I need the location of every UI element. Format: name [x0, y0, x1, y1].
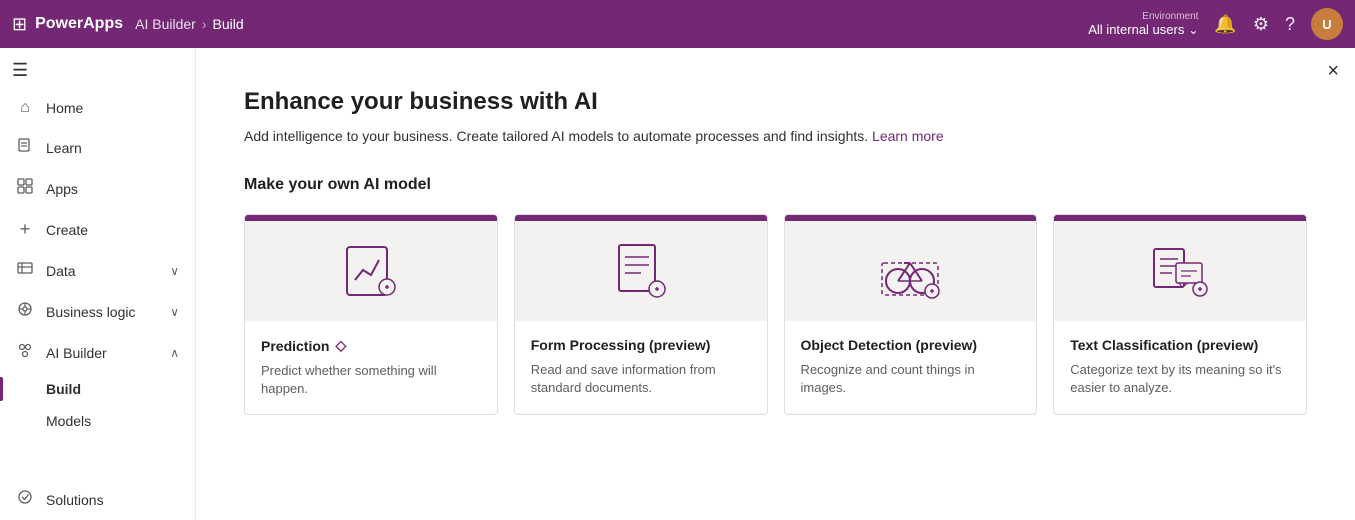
sidebar: ☰ ⌂ Home Learn [0, 48, 196, 520]
sidebar-item-home-label: Home [46, 100, 179, 116]
home-icon: ⌂ [16, 99, 34, 117]
sidebar-sub-item-models-label: Models [46, 413, 91, 429]
form-processing-card-desc: Read and save information from standard … [531, 361, 751, 397]
environment-value-row: All internal users ⌄ [1088, 22, 1198, 37]
logo-area: ⊞ PowerApps [12, 14, 123, 35]
settings-icon[interactable]: ⚙ [1253, 14, 1269, 35]
sidebar-sub-item-models[interactable]: Models [0, 405, 195, 437]
form-processing-card-body: Form Processing (preview) Read and save … [515, 321, 767, 413]
text-classification-card-desc: Categorize text by its meaning so it's e… [1070, 361, 1290, 397]
avatar[interactable]: U [1311, 8, 1343, 40]
app-name: PowerApps [35, 15, 123, 33]
sidebar-item-data-label: Data [46, 263, 158, 279]
object-detection-card[interactable]: Object Detection (preview) Recognize and… [784, 214, 1038, 415]
breadcrumb-separator: › [202, 16, 207, 32]
sidebar-sub-item-build[interactable]: Build [0, 373, 195, 405]
environment-selector[interactable]: Environment All internal users ⌄ [1088, 11, 1198, 37]
environment-label: Environment [1142, 11, 1198, 22]
form-processing-illustration [515, 221, 767, 321]
sidebar-collapse-button[interactable]: ☰ [0, 52, 195, 89]
close-button[interactable]: × [1327, 60, 1339, 83]
topbar: ⊞ PowerApps AI Builder › Build Environme… [0, 0, 1355, 48]
object-detection-card-title: Object Detection (preview) [801, 337, 1021, 353]
business-logic-icon [16, 301, 34, 322]
environment-value: All internal users [1088, 22, 1184, 37]
environment-chevron-icon: ⌄ [1188, 23, 1198, 37]
sidebar-item-ai-builder-label: AI Builder [46, 345, 158, 361]
breadcrumb-build: Build [212, 16, 243, 32]
sidebar-item-learn-label: Learn [46, 140, 179, 156]
object-detection-card-desc: Recognize and count things in images. [801, 361, 1021, 397]
page-subtitle: Add intelligence to your business. Creat… [244, 128, 1307, 144]
sidebar-item-apps[interactable]: Apps [0, 168, 195, 209]
object-detection-illustration [785, 221, 1037, 321]
main-layout: ☰ ⌂ Home Learn [0, 48, 1355, 520]
sidebar-item-apps-label: Apps [46, 181, 179, 197]
sidebar-item-business-logic[interactable]: Business logic ∨ [0, 291, 195, 332]
prediction-card-title: Prediction ◇ [261, 337, 481, 354]
prediction-premium-icon: ◇ [335, 337, 346, 354]
ai-builder-icon [16, 342, 34, 363]
object-detection-card-body: Object Detection (preview) Recognize and… [785, 321, 1037, 413]
create-icon: + [16, 219, 34, 240]
sidebar-item-create-label: Create [46, 222, 179, 238]
sidebar-item-create[interactable]: + Create [0, 209, 195, 250]
sidebar-item-solutions[interactable]: Solutions [0, 479, 195, 520]
prediction-card-body: Prediction ◇ Predict whether something w… [245, 321, 497, 414]
learn-icon [16, 137, 34, 158]
breadcrumb-ai-builder[interactable]: AI Builder [135, 16, 196, 32]
help-icon[interactable]: ? [1285, 14, 1295, 35]
cards-grid: Prediction ◇ Predict whether something w… [244, 214, 1307, 415]
text-classification-card-body: Text Classification (preview) Categorize… [1054, 321, 1306, 413]
text-classification-illustration [1054, 221, 1306, 321]
page-subtitle-text: Add intelligence to your business. Creat… [244, 128, 868, 144]
ai-builder-chevron-icon: ∧ [170, 346, 179, 360]
business-logic-chevron-icon: ∨ [170, 305, 179, 319]
section-title: Make your own AI model [244, 176, 1307, 194]
prediction-card-desc: Predict whether something will happen. [261, 362, 481, 398]
text-classification-card[interactable]: Text Classification (preview) Categorize… [1053, 214, 1307, 415]
prediction-card[interactable]: Prediction ◇ Predict whether something w… [244, 214, 498, 415]
notifications-icon[interactable]: 🔔 [1214, 14, 1236, 35]
sidebar-item-business-logic-label: Business logic [46, 304, 158, 320]
prediction-illustration [245, 221, 497, 321]
sidebar-item-data[interactable]: Data ∨ [0, 250, 195, 291]
learn-more-link[interactable]: Learn more [872, 128, 944, 144]
text-classification-card-title: Text Classification (preview) [1070, 337, 1290, 353]
topbar-right: Environment All internal users ⌄ 🔔 ⚙ ? U [1088, 8, 1343, 40]
sidebar-item-learn[interactable]: Learn [0, 127, 195, 168]
sidebar-sub-item-build-label: Build [46, 381, 81, 397]
waffle-icon[interactable]: ⊞ [12, 14, 27, 35]
form-processing-card-title: Form Processing (preview) [531, 337, 751, 353]
form-processing-card[interactable]: Form Processing (preview) Read and save … [514, 214, 768, 415]
data-chevron-icon: ∨ [170, 264, 179, 278]
sidebar-item-home[interactable]: ⌂ Home [0, 89, 195, 127]
page-title: Enhance your business with AI [244, 88, 1307, 116]
breadcrumb: AI Builder › Build [135, 16, 244, 32]
data-icon [16, 260, 34, 281]
content-area: × Enhance your business with AI Add inte… [196, 48, 1355, 520]
sidebar-item-ai-builder[interactable]: AI Builder ∧ [0, 332, 195, 373]
apps-icon [16, 178, 34, 199]
sidebar-item-solutions-label: Solutions [46, 492, 179, 508]
solutions-icon [16, 489, 34, 510]
